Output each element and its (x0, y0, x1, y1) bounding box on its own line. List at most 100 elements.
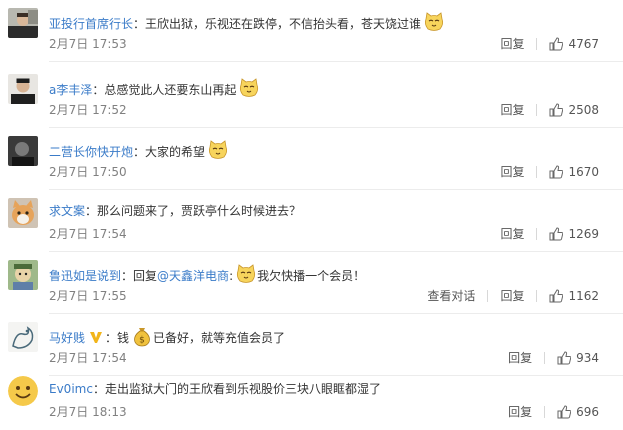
comment-actions: 查看对话 回复 1162 (427, 286, 599, 306)
comment-item: 马好贱 ：钱 $ 已备好，就等充值会员了 2月7日 17:54 回复 934 (0, 314, 623, 376)
reply-button[interactable]: 回复 (500, 162, 524, 182)
thumbs-up-icon (549, 37, 564, 51)
comment-content: 鲁迅如是说到：回复@天鑫洋电商: 我欠快播一个会员！ (49, 263, 613, 286)
action-divider (536, 290, 538, 302)
mention-separator: : (229, 269, 234, 283)
comment-actions: 回复 1269 (500, 224, 599, 244)
username-link[interactable]: 马好贱 (49, 331, 85, 345)
thumbs-up-icon (549, 103, 564, 117)
username-link[interactable]: 求文案 (49, 204, 85, 218)
comment-meta: 2月7日 17:54 回复 1269 (49, 224, 613, 244)
comment-date: 2月7日 17:54 (49, 227, 127, 241)
cat-face-icon (208, 140, 228, 159)
comment-meta: 2月7日 17:55 查看对话 回复 1162 (49, 286, 613, 306)
reply-button[interactable]: 回复 (508, 402, 532, 422)
like-count: 696 (576, 405, 599, 419)
thumbs-up-icon (549, 165, 564, 179)
comment-date: 2月7日 17:55 (49, 289, 127, 303)
reply-button[interactable]: 回复 (508, 348, 532, 368)
thumbs-up-icon (549, 227, 564, 241)
view-thread-button[interactable]: 查看对话 (427, 286, 475, 306)
comment-content: Ev0imc：走出监狱大门的王欣看到乐视股价三块八眼眶都湿了 (49, 379, 613, 399)
comment-content: 亚投行首席行长：王欣出狱，乐视还在跌停，不信抬头看，苍天饶过谁 (49, 11, 613, 34)
user-avatar[interactable] (8, 8, 38, 38)
vip-heart-badge-icon[interactable] (89, 330, 103, 344)
comment-date: 2月7日 17:52 (49, 103, 127, 117)
comment-text: 大家的希望 (145, 145, 206, 159)
separator: ： (92, 83, 105, 97)
cat-face-icon (424, 12, 444, 31)
like-count: 4767 (568, 37, 599, 51)
comment-date: 2月7日 17:54 (49, 351, 127, 365)
username-link[interactable]: 鲁迅如是说到 (49, 269, 121, 283)
reply-button[interactable]: 回复 (500, 34, 524, 54)
user-avatar[interactable] (8, 322, 38, 352)
user-avatar[interactable] (8, 198, 38, 228)
like-button[interactable]: 1670 (549, 162, 599, 182)
cat-face-icon (240, 78, 259, 97)
comment-item: a李丰泽：总感觉此人还要东山再起 2月7日 17:52 回复 2508 (0, 66, 623, 128)
comment-text: 走出监狱大门的王欣看到乐视股价三块八眼眶都湿了 (104, 382, 381, 396)
comment-actions: 回复 934 (508, 348, 599, 368)
thumbs-up-icon (549, 289, 564, 303)
like-count: 2508 (568, 103, 599, 117)
mention-link[interactable]: @天鑫洋电商 (157, 269, 229, 283)
comment-content: 马好贱 ：钱 $ 已备好，就等充值会员了 (49, 325, 613, 348)
like-button[interactable]: 4767 (549, 34, 599, 54)
comment-list: 亚投行首席行长：王欣出狱，乐视还在跌停，不信抬头看，苍天饶过谁 2月7日 17:… (0, 0, 623, 430)
like-count: 934 (576, 351, 599, 365)
username-link[interactable]: 二营长你快开炮 (49, 145, 133, 159)
comment-item: 鲁迅如是说到：回复@天鑫洋电商: 我欠快播一个会员！ 2月7日 17:55 查看对… (0, 252, 623, 314)
comment-prefix: 钱 (117, 331, 130, 345)
comment-item: 亚投行首席行长：王欣出狱，乐视还在跌停，不信抬头看，苍天饶过谁 2月7日 17:… (0, 0, 623, 62)
action-divider (536, 38, 538, 50)
comment-item: 求文案：那么问题来了，贾跃亭什么时候进去？ 2月7日 17:54 回复 1269 (0, 190, 623, 252)
reply-button[interactable]: 回复 (500, 286, 524, 306)
comment-meta: 2月7日 17:50 回复 1670 (49, 162, 613, 182)
reply-button[interactable]: 回复 (500, 100, 524, 120)
comment-meta: 2月7日 17:52 回复 2508 (49, 100, 613, 120)
separator: ： (85, 204, 98, 218)
comment-item: 二营长你快开炮：大家的希望 2月7日 17:50 回复 1670 (0, 128, 623, 190)
like-button[interactable]: 934 (557, 348, 599, 368)
avatar-man-photo-icon (8, 8, 38, 38)
avatar-dark-portrait-icon (8, 136, 38, 166)
thumbs-up-icon (557, 405, 572, 419)
user-avatar[interactable] (8, 136, 38, 166)
username-link[interactable]: Ev0imc (49, 382, 93, 396)
comment-content: 二营长你快开炮：大家的希望 (49, 139, 613, 162)
action-divider (536, 166, 538, 178)
username-link[interactable]: a李丰泽 (49, 83, 92, 97)
row-divider (49, 61, 623, 62)
comment-meta: 2月7日 17:54 回复 934 (49, 348, 613, 368)
like-button[interactable]: 1269 (549, 224, 599, 244)
user-avatar[interactable] (8, 260, 38, 290)
comment-content: 求文案：那么问题来了，贾跃亭什么时候进去？ (49, 201, 613, 221)
like-count: 1670 (568, 165, 599, 179)
separator: ： (133, 145, 146, 159)
action-divider (544, 352, 546, 364)
comment-text: 我欠快播一个会员！ (257, 269, 366, 283)
avatar-cartoon-icon (8, 260, 38, 290)
comment-actions: 回复 4767 (500, 34, 599, 54)
comment-item: Ev0imc：走出监狱大门的王欣看到乐视股价三块八眼眶都湿了 2月7日 18:1… (0, 368, 623, 430)
separator: ： (121, 269, 134, 283)
action-divider (536, 104, 538, 116)
like-count: 1269 (568, 227, 599, 241)
comment-content: a李丰泽：总感觉此人还要东山再起 (49, 77, 613, 100)
thumbs-up-icon (557, 351, 572, 365)
comment-meta: 2月7日 18:13 回复 696 (49, 402, 613, 422)
like-button[interactable]: 1162 (549, 286, 599, 306)
username-link[interactable]: 亚投行首席行长 (49, 17, 133, 31)
like-button[interactable]: 2508 (549, 100, 599, 120)
reply-button[interactable]: 回复 (500, 224, 524, 244)
user-avatar[interactable] (8, 376, 38, 406)
comment-actions: 回复 2508 (500, 100, 599, 120)
comment-text: 已备好，就等充值会员了 (153, 331, 286, 345)
like-button[interactable]: 696 (557, 402, 599, 422)
separator: ： (133, 17, 146, 31)
action-divider (487, 290, 489, 302)
user-avatar[interactable] (8, 74, 38, 104)
reply-prefix: 回复 (133, 269, 158, 283)
comment-actions: 回复 1670 (500, 162, 599, 182)
